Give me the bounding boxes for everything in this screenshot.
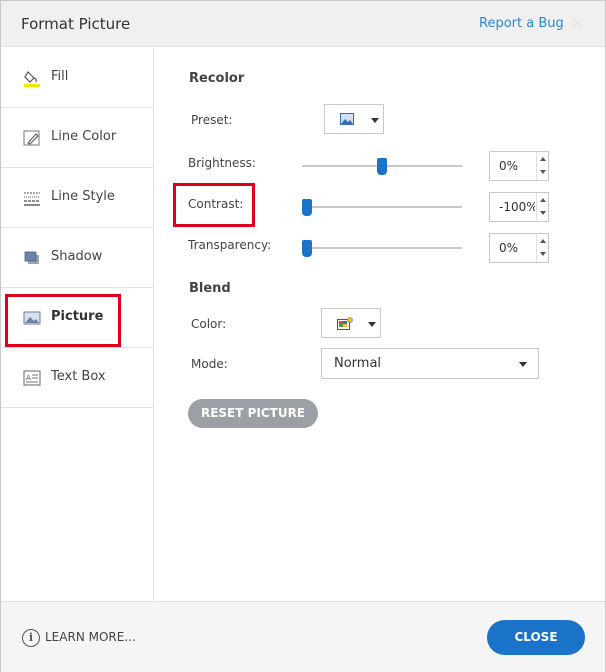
transparency-label: Transparency: [188, 238, 272, 252]
sidebar: Fill Line Color Line Style Shadow Pictur… [1, 48, 154, 601]
close-icon[interactable]: × [571, 13, 584, 32]
contrast-slider[interactable] [302, 199, 462, 216]
blend-heading: Blend [189, 281, 231, 296]
blend-mode-select[interactable]: Normal [321, 348, 539, 379]
contrast-spinner[interactable]: -100% [489, 192, 549, 222]
contrast-label: Contrast: [188, 197, 244, 211]
transparency-slider[interactable] [302, 240, 462, 257]
increment-arrow-icon[interactable] [540, 157, 546, 161]
picture-preset-icon [340, 113, 354, 125]
increment-arrow-icon[interactable] [540, 239, 546, 243]
transparency-value: 0% [499, 241, 519, 255]
dialog-title: Format Picture [21, 15, 131, 33]
spinner-arrows [536, 234, 548, 262]
svg-text:A: A [26, 374, 31, 382]
spinner-arrows [536, 193, 548, 221]
decrement-arrow-icon[interactable] [540, 211, 546, 215]
brightness-label: Brightness: [188, 156, 256, 170]
spinner-arrows [536, 152, 548, 180]
brightness-value: 0% [499, 159, 519, 173]
color-picker-icon [337, 317, 353, 330]
sidebar-item-line-color[interactable]: Line Color [1, 108, 153, 168]
line-style-icon [23, 189, 41, 207]
sidebar-item-label: Text Box [51, 369, 106, 384]
slider-thumb[interactable] [377, 158, 387, 175]
chevron-down-icon [371, 118, 379, 123]
decrement-arrow-icon[interactable] [540, 170, 546, 174]
sidebar-item-label: Fill [51, 69, 69, 84]
slider-thumb[interactable] [302, 199, 312, 216]
sidebar-item-label: Line Style [51, 189, 115, 204]
sidebar-item-label: Picture [51, 309, 104, 324]
decrement-arrow-icon[interactable] [540, 252, 546, 256]
learn-more-link[interactable]: LEARN MORE... [45, 630, 136, 644]
shadow-icon [23, 249, 41, 267]
dialog-header: Format Picture Report a Bug × [1, 1, 605, 47]
pencil-icon [23, 129, 41, 147]
preset-label: Preset: [191, 113, 233, 127]
sidebar-item-picture[interactable]: Picture [1, 288, 153, 348]
slider-track [302, 247, 462, 249]
paint-bucket-icon [23, 69, 41, 87]
slider-thumb[interactable] [302, 240, 312, 257]
preset-dropdown[interactable] [324, 104, 384, 134]
blend-mode-value: Normal [334, 356, 382, 371]
color-label: Color: [191, 317, 227, 331]
chevron-down-icon [519, 362, 527, 367]
sidebar-item-shadow[interactable]: Shadow [1, 228, 153, 288]
brightness-slider[interactable] [302, 158, 462, 175]
mode-label: Mode: [191, 357, 228, 371]
reset-picture-button[interactable]: RESET PICTURE [188, 399, 318, 428]
sidebar-item-label: Shadow [51, 249, 103, 264]
text-box-icon: A [23, 369, 41, 387]
sidebar-item-line-style[interactable]: Line Style [1, 168, 153, 228]
format-picture-dialog: Format Picture Report a Bug × Fill Line … [0, 0, 606, 672]
info-icon: i [22, 629, 40, 647]
recolor-heading: Recolor [189, 71, 245, 86]
sidebar-item-fill[interactable]: Fill [1, 48, 153, 108]
chevron-down-icon [368, 322, 376, 327]
dialog-footer: i LEARN MORE... CLOSE [1, 601, 605, 672]
brightness-spinner[interactable]: 0% [489, 151, 549, 181]
contrast-value: -100% [499, 200, 535, 214]
slider-track [302, 206, 462, 208]
sidebar-item-text-box[interactable]: A Text Box [1, 348, 153, 408]
close-button[interactable]: CLOSE [487, 620, 585, 655]
increment-arrow-icon[interactable] [540, 198, 546, 202]
sidebar-item-label: Line Color [51, 129, 117, 144]
transparency-spinner[interactable]: 0% [489, 233, 549, 263]
blend-color-dropdown[interactable] [321, 308, 381, 338]
picture-icon [23, 309, 41, 327]
report-bug-link[interactable]: Report a Bug [479, 16, 564, 31]
